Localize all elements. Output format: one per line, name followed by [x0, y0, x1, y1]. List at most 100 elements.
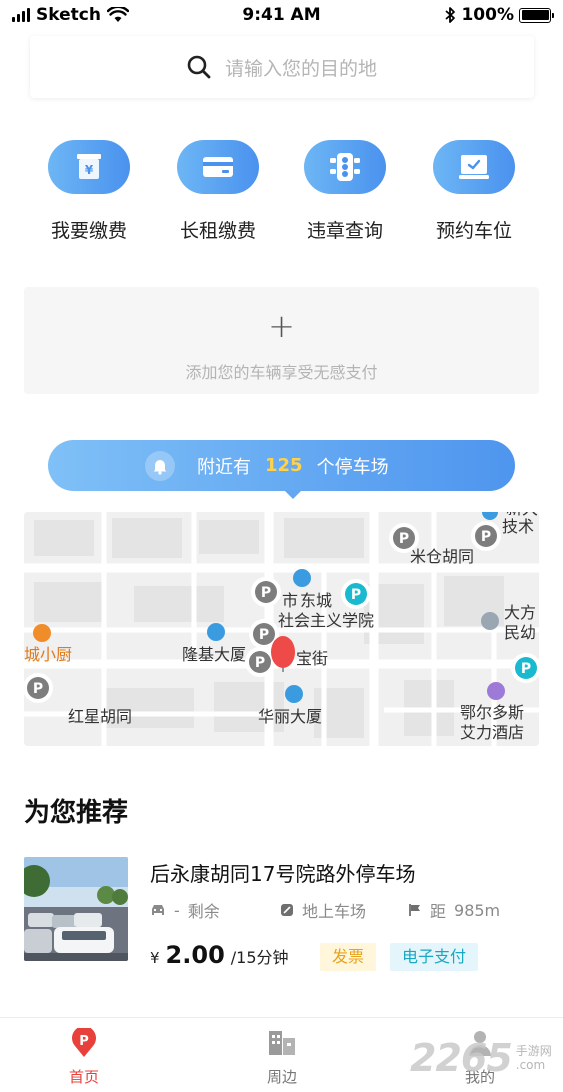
map-label: 市	[282, 591, 298, 610]
map-label: 民幼	[504, 623, 536, 642]
banner-pointer	[284, 490, 302, 499]
parking-lot-name: 后永康胡同17号院路外停车场	[150, 862, 416, 886]
search-bar[interactable]: 请输入您的目的地	[30, 36, 534, 98]
building-icon	[285, 685, 303, 703]
watermark-line: .com	[515, 1058, 546, 1072]
map-label: 技术	[502, 517, 534, 536]
status-bar: Sketch 9:41 AM 100%	[0, 0, 563, 32]
quick-action-pay[interactable]: ¥ 我要缴费	[29, 140, 149, 243]
school-icon	[293, 569, 311, 587]
quick-action-label: 预约车位	[435, 220, 512, 242]
remaining-info: - 剩余	[150, 898, 220, 922]
svg-text:P: P	[255, 655, 265, 671]
remaining-value: -	[174, 900, 180, 920]
add-vehicle-text: 添加您的车辆享受无感支付	[185, 363, 378, 382]
svg-text:P: P	[481, 529, 491, 545]
search-icon	[187, 55, 211, 79]
quick-action-violation[interactable]: 违章查询	[285, 140, 405, 243]
svg-text:P: P	[33, 681, 43, 697]
nearby-suffix: 个停车场	[316, 456, 389, 478]
distance-value: 985m	[454, 900, 501, 920]
hotel-icon	[487, 682, 505, 700]
parking-marker[interactable]: P	[245, 647, 275, 677]
lot-type: 地上车场	[302, 902, 367, 921]
car-icon	[152, 905, 164, 915]
map-label: 隆基大厦	[182, 645, 246, 664]
map-label: 红星胡同	[68, 707, 132, 726]
parking-lot-meta: - 剩余 地上车场 距 985m	[150, 898, 539, 922]
add-vehicle-card[interactable]: + 添加您的车辆享受无感支付	[24, 287, 539, 394]
map-label: 华丽大厦	[258, 707, 322, 726]
watermark-number: 2265	[410, 1036, 513, 1080]
map-label: 东城	[300, 591, 332, 610]
tab-label: 周边	[266, 1068, 297, 1086]
map-label: 宝街	[296, 649, 328, 668]
distance-info: 距 985m	[408, 898, 500, 922]
building-icon	[207, 623, 225, 641]
svg-text:P: P	[259, 627, 269, 643]
nearby-banner[interactable]: 附近有 125 个停车场	[48, 440, 515, 491]
parking-pin-icon: P	[29, 1028, 139, 1058]
flag-icon	[409, 904, 420, 916]
reserve-check-icon	[433, 140, 515, 194]
parking-marker[interactable]: P	[251, 577, 281, 607]
parking-lot-photo	[24, 857, 128, 961]
building-icon	[481, 612, 499, 630]
quick-action-label: 长租缴费	[179, 220, 256, 242]
distance-prefix: 距	[430, 902, 447, 921]
quick-action-label: 违章查询	[306, 220, 383, 242]
yuan-bill-icon: ¥	[48, 140, 130, 194]
map-label: 鄂尔多斯	[460, 703, 524, 722]
nearby-count: 125	[265, 455, 303, 476]
map-label: 新大	[506, 512, 538, 518]
tab-nearby[interactable]: 周边	[227, 1028, 337, 1087]
plus-icon: +	[268, 307, 295, 345]
battery-icon	[519, 7, 554, 23]
parking-lot-card[interactable]: 后永康胡同17号院路外停车场 - 剩余 地上车场 距 985m ¥ 2.00 /…	[24, 857, 539, 977]
svg-text:P: P	[79, 1034, 89, 1049]
map-label: 城小厨	[24, 645, 72, 664]
parking-marker[interactable]: P	[24, 673, 53, 703]
bluetooth-icon	[445, 7, 456, 23]
invoice-tag: 发票	[320, 943, 377, 971]
svg-text:P: P	[261, 585, 271, 601]
quick-action-label: 我要缴费	[50, 220, 127, 242]
epay-tag: 电子支付	[390, 943, 479, 971]
bell-icon	[145, 450, 175, 481]
parking-marker[interactable]: P	[471, 521, 501, 551]
lot-type-info: 地上车场	[280, 898, 366, 922]
card-icon	[177, 140, 259, 194]
svg-text:P: P	[521, 661, 531, 677]
site-watermark: 2265 手游网 .com	[410, 1036, 552, 1080]
quick-action-reserve[interactable]: 预约车位	[414, 140, 534, 243]
map-view[interactable]: 东城 社会主义学院 市 隆基大厦 宝街 华丽大厦 红星胡同 城小厨 米仓胡同 大…	[24, 512, 539, 746]
price-unit: /15分钟	[230, 948, 289, 967]
restaurant-icon	[33, 624, 51, 642]
search-placeholder: 请输入您的目的地	[224, 57, 377, 80]
quick-actions: ¥ 我要缴费 长租缴费 违章查询 预约车位	[0, 140, 563, 250]
nearby-prefix: 附近有	[197, 456, 251, 478]
quick-action-long-rent[interactable]: 长租缴费	[158, 140, 278, 243]
map-canvas: 东城 社会主义学院 市 隆基大厦 宝街 华丽大厦 红星胡同 城小厨 米仓胡同 大…	[24, 512, 539, 746]
watermark-text: 手游网 .com	[516, 1044, 552, 1072]
map-label: 大方	[504, 603, 536, 622]
svg-text:¥: ¥	[85, 163, 94, 177]
map-label: 艾力酒店	[460, 723, 524, 742]
map-label: 米仓胡同	[410, 547, 474, 566]
parking-marker[interactable]: P	[341, 579, 371, 609]
watermark-line: 手游网	[515, 1044, 552, 1058]
tab-label: 首页	[68, 1068, 99, 1086]
price-info: ¥ 2.00 /15分钟	[150, 941, 289, 969]
price-amount: 2.00	[165, 941, 225, 969]
remaining-label: 剩余	[187, 902, 220, 921]
svg-text:P: P	[351, 587, 361, 603]
battery-group: 100%	[444, 5, 554, 25]
currency-symbol: ¥	[150, 949, 160, 967]
traffic-light-icon	[304, 140, 386, 194]
tab-home[interactable]: P 首页	[29, 1028, 139, 1087]
parking-marker[interactable]: P	[389, 523, 419, 553]
svg-text:P: P	[399, 531, 409, 547]
battery-percent: 100%	[461, 5, 514, 25]
map-label: 社会主义学院	[278, 611, 374, 630]
lot-type-icon	[281, 904, 293, 916]
